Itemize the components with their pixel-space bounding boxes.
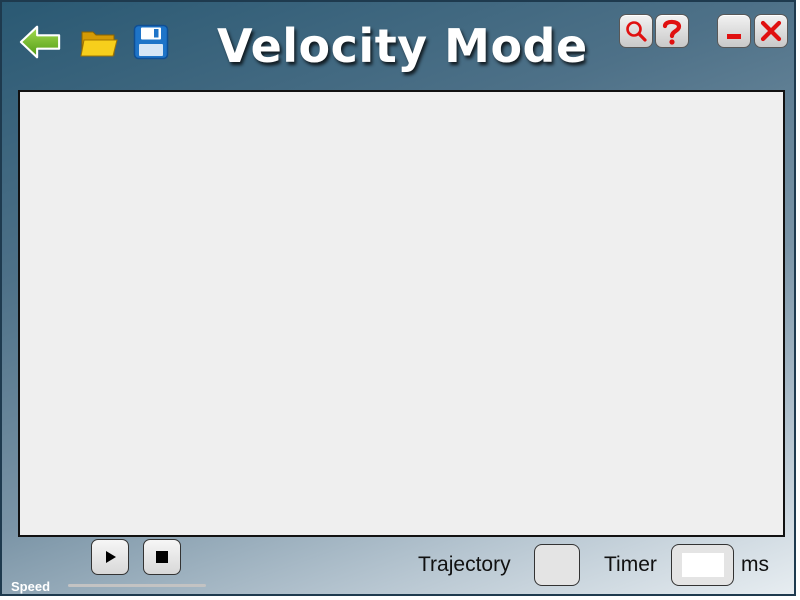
help-icon bbox=[662, 19, 682, 45]
timer-input[interactable] bbox=[682, 553, 724, 577]
close-icon bbox=[760, 20, 782, 42]
play-button[interactable] bbox=[91, 539, 129, 575]
timer-label: Timer bbox=[604, 553, 657, 576]
timer-unit-label: ms bbox=[741, 553, 769, 576]
trajectory-field[interactable] bbox=[534, 544, 580, 586]
minimize-icon bbox=[727, 34, 741, 39]
search-button[interactable] bbox=[619, 14, 653, 48]
speed-label: Speed bbox=[11, 579, 51, 594]
back-button[interactable] bbox=[18, 20, 62, 64]
save-disk-icon bbox=[133, 24, 169, 60]
play-icon bbox=[106, 551, 116, 563]
close-button[interactable] bbox=[754, 14, 788, 48]
page-title: Velocity Mode bbox=[217, 19, 588, 73]
speed-slider[interactable] bbox=[68, 584, 206, 587]
open-folder-icon bbox=[80, 31, 118, 57]
velocity-canvas[interactable] bbox=[18, 90, 785, 537]
help-button[interactable] bbox=[655, 14, 689, 48]
back-arrow-icon bbox=[19, 25, 61, 59]
timer-field-frame bbox=[671, 544, 734, 586]
minimize-button[interactable] bbox=[717, 14, 751, 48]
open-button[interactable] bbox=[77, 20, 121, 64]
search-icon bbox=[626, 21, 647, 42]
save-button[interactable] bbox=[129, 20, 173, 64]
app-window: Velocity Mode Speed Trajectory Timer ms bbox=[0, 0, 796, 596]
stop-button[interactable] bbox=[143, 539, 181, 575]
stop-icon bbox=[156, 551, 168, 563]
trajectory-label: Trajectory bbox=[418, 553, 511, 576]
